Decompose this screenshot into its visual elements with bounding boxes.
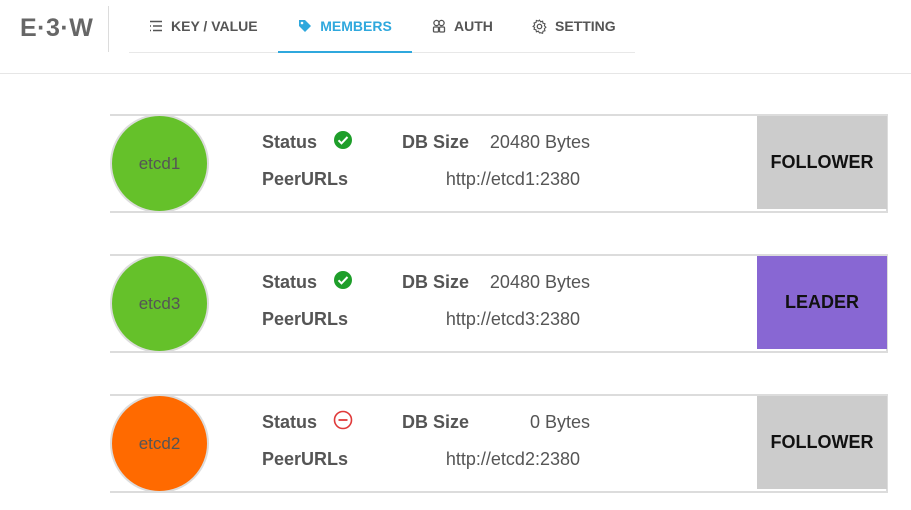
- tab-label: KEY / VALUE: [171, 18, 258, 34]
- peer-url-value: http://etcd3:2380: [445, 309, 580, 329]
- role-label: FOLLOWER: [770, 432, 874, 452]
- peer-url-value: http://etcd2:2380: [445, 449, 580, 469]
- tab-label: AUTH: [454, 18, 493, 34]
- peer-urls-label: PeerURLs: [262, 309, 349, 329]
- check-circle-icon: [334, 271, 352, 289]
- role-label: FOLLOWER: [770, 152, 874, 172]
- member-avatar: etcd3: [110, 254, 209, 353]
- logo-divider: [108, 6, 109, 52]
- app-logo[interactable]: E·3·W: [20, 14, 93, 43]
- tab-key-value[interactable]: KEY / VALUE: [149, 0, 258, 52]
- member-name: etcd3: [138, 293, 181, 313]
- app-header: E·3·W KEY / VALUE MEMBERS AUTH SETTING: [0, 0, 911, 74]
- db-size-label: DB Size: [402, 132, 470, 152]
- tab-setting[interactable]: SETTING: [532, 0, 616, 52]
- member-name: etcd2: [138, 433, 181, 453]
- tab-label: MEMBERS: [320, 18, 392, 34]
- role-badge: FOLLOWER: [757, 116, 887, 209]
- db-size-value: 20480 Bytes: [489, 272, 590, 292]
- tab-label: SETTING: [555, 18, 616, 34]
- db-size-value: 20480 Bytes: [489, 132, 590, 152]
- member-name: etcd1: [138, 153, 181, 173]
- users-icon: [432, 19, 446, 33]
- member-avatar: etcd1: [110, 114, 209, 213]
- db-size-value: 0 Bytes: [529, 412, 590, 432]
- status-label: Status: [262, 132, 318, 152]
- peer-urls-label: PeerURLs: [262, 449, 349, 469]
- status-label: Status: [262, 412, 318, 432]
- minus-circle-icon: [333, 410, 353, 430]
- role-badge: LEADER: [757, 256, 887, 349]
- tab-members[interactable]: MEMBERS: [278, 0, 412, 53]
- peer-url-value: http://etcd1:2380: [445, 169, 580, 189]
- role-label: LEADER: [784, 292, 859, 312]
- tag-icon: [299, 20, 312, 32]
- member-card-etcd2: Status DB Size 0 Bytes PeerURLs http://e…: [110, 394, 890, 493]
- gear-icon: [532, 18, 547, 34]
- list-icon: [150, 20, 162, 32]
- tab-auth[interactable]: AUTH: [432, 0, 493, 52]
- main-nav: KEY / VALUE MEMBERS AUTH SETTING: [129, 0, 635, 53]
- member-card-etcd1: Status DB Size 20480 Bytes PeerURLs http…: [110, 114, 890, 213]
- peer-urls-label: PeerURLs: [262, 169, 349, 189]
- db-size-label: DB Size: [402, 412, 470, 432]
- status-label: Status: [262, 272, 318, 292]
- check-circle-icon: [334, 131, 352, 149]
- member-card-etcd3: Status DB Size 20480 Bytes PeerURLs http…: [110, 254, 890, 353]
- db-size-label: DB Size: [402, 272, 470, 292]
- role-badge: FOLLOWER: [757, 396, 887, 489]
- member-avatar: etcd2: [110, 394, 209, 493]
